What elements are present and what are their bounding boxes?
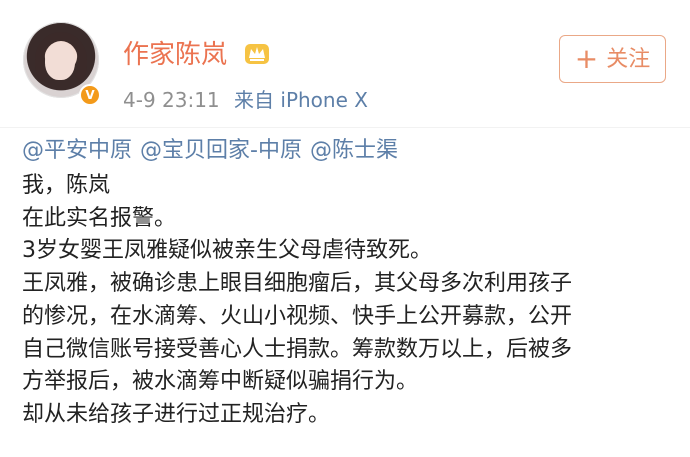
- body-line: 的惨况，在水滴筹、火山小视频、快手上公开募款，公开: [22, 303, 573, 329]
- body-line: 在此实名报警。: [22, 205, 177, 231]
- follow-label: 关注: [606, 47, 651, 72]
- crown-icon: [245, 44, 269, 64]
- plus-icon: +: [574, 42, 599, 75]
- post-content: @平安中原 @宝贝回家-中原 @陈士渠 我，陈岚 在此实名报警。 3岁女婴王凤雅疑似…: [22, 132, 672, 432]
- body-line: 我，陈岚: [22, 173, 111, 198]
- mentions-line: @平安中原 @宝贝回家-中原 @陈士渠: [22, 132, 672, 170]
- follow-button[interactable]: + 关注: [559, 35, 666, 83]
- verified-badge: V: [79, 84, 101, 106]
- body-line: 方举报后，被水滴筹中断疑似骗捐行为。: [22, 369, 419, 395]
- source-device[interactable]: iPhone X: [280, 88, 368, 112]
- weibo-post: V 作家陈岚 4-9 23:11 来自 iPhone X + 关注 @平安中原 @宝…: [0, 0, 690, 457]
- body-line: 自己微信账号接受善心人士捐款。筹款数万以上，后被多: [22, 336, 573, 362]
- header-divider: [0, 127, 690, 128]
- mention-link[interactable]: @陈士渠: [310, 138, 398, 163]
- author-name[interactable]: 作家陈岚: [123, 40, 227, 70]
- body-line: 王凤雅，被确诊患上眼目细胞瘤后，其父母多次利用孩子: [22, 271, 573, 297]
- mention-link[interactable]: @平安中原: [22, 138, 132, 163]
- source-prefix: 来自: [234, 88, 275, 112]
- post-meta: 4-9 23:11 来自 iPhone X: [123, 88, 368, 112]
- post-header: V 作家陈岚 4-9 23:11 来自 iPhone X + 关注: [0, 0, 690, 125]
- body-line: 3岁女婴王凤雅疑似被亲生父母虐待致死。: [22, 238, 432, 264]
- body-line: 却从未给孩子进行过正规治疗。: [22, 401, 331, 427]
- mention-link[interactable]: @宝贝回家-中原: [140, 138, 302, 163]
- post-source[interactable]: 来自 iPhone X: [234, 88, 368, 112]
- avatar-face: [45, 42, 75, 80]
- avatar[interactable]: V: [23, 22, 103, 106]
- post-timestamp: 4-9 23:11: [123, 88, 220, 112]
